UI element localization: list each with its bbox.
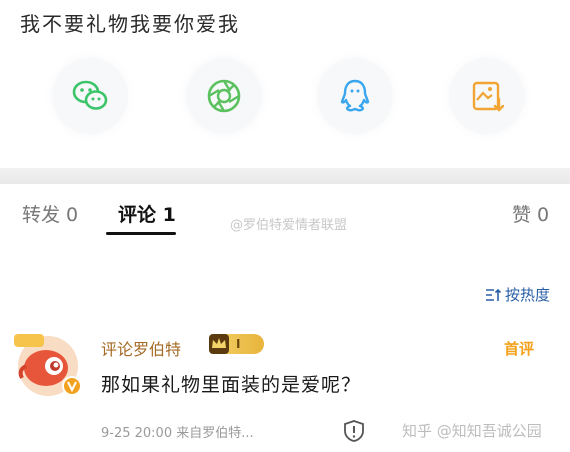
rank-badge: I <box>209 334 264 354</box>
share-row <box>0 58 570 138</box>
section-divider <box>0 168 570 184</box>
comment-text: 那如果礼物里面装的是爱呢？ <box>101 374 362 396</box>
share-wechat-button[interactable] <box>52 58 128 134</box>
rank-label: I <box>236 337 241 351</box>
tab-comments[interactable]: 评论 1 <box>118 200 176 227</box>
avatar[interactable] <box>12 328 84 400</box>
save-image-icon <box>472 81 505 112</box>
crown-icon <box>209 334 229 354</box>
save-image-button[interactable] <box>449 58 525 134</box>
sort-icon <box>485 288 501 301</box>
share-qq-button[interactable] <box>317 58 393 134</box>
share-moments-button[interactable] <box>186 58 262 134</box>
qq-icon <box>340 79 370 112</box>
comment-meta: 9-25 20:00 来自罗伯特... <box>101 426 254 441</box>
weibo-watermark: @罗伯特爱情者联盟 <box>230 218 348 233</box>
report-shield-icon[interactable] <box>343 419 365 443</box>
sort-label: 按热度 <box>504 286 550 304</box>
sort-by-heat-button[interactable]: 按热度 <box>485 284 550 305</box>
tab-likes[interactable]: 赞 0 <box>512 200 549 227</box>
zhihu-watermark: 知乎 @知知吾诚公园 <box>402 422 542 440</box>
wechat-icon <box>72 80 108 110</box>
tab-repost[interactable]: 转发 0 <box>22 200 78 227</box>
first-comment-badge: 首评 <box>504 340 535 358</box>
post-title: 我不要礼物我要你爱我 <box>20 12 240 36</box>
active-tab-indicator <box>106 232 176 235</box>
moments-icon <box>207 79 241 113</box>
comment-author[interactable]: 评论罗伯特 <box>101 336 181 360</box>
